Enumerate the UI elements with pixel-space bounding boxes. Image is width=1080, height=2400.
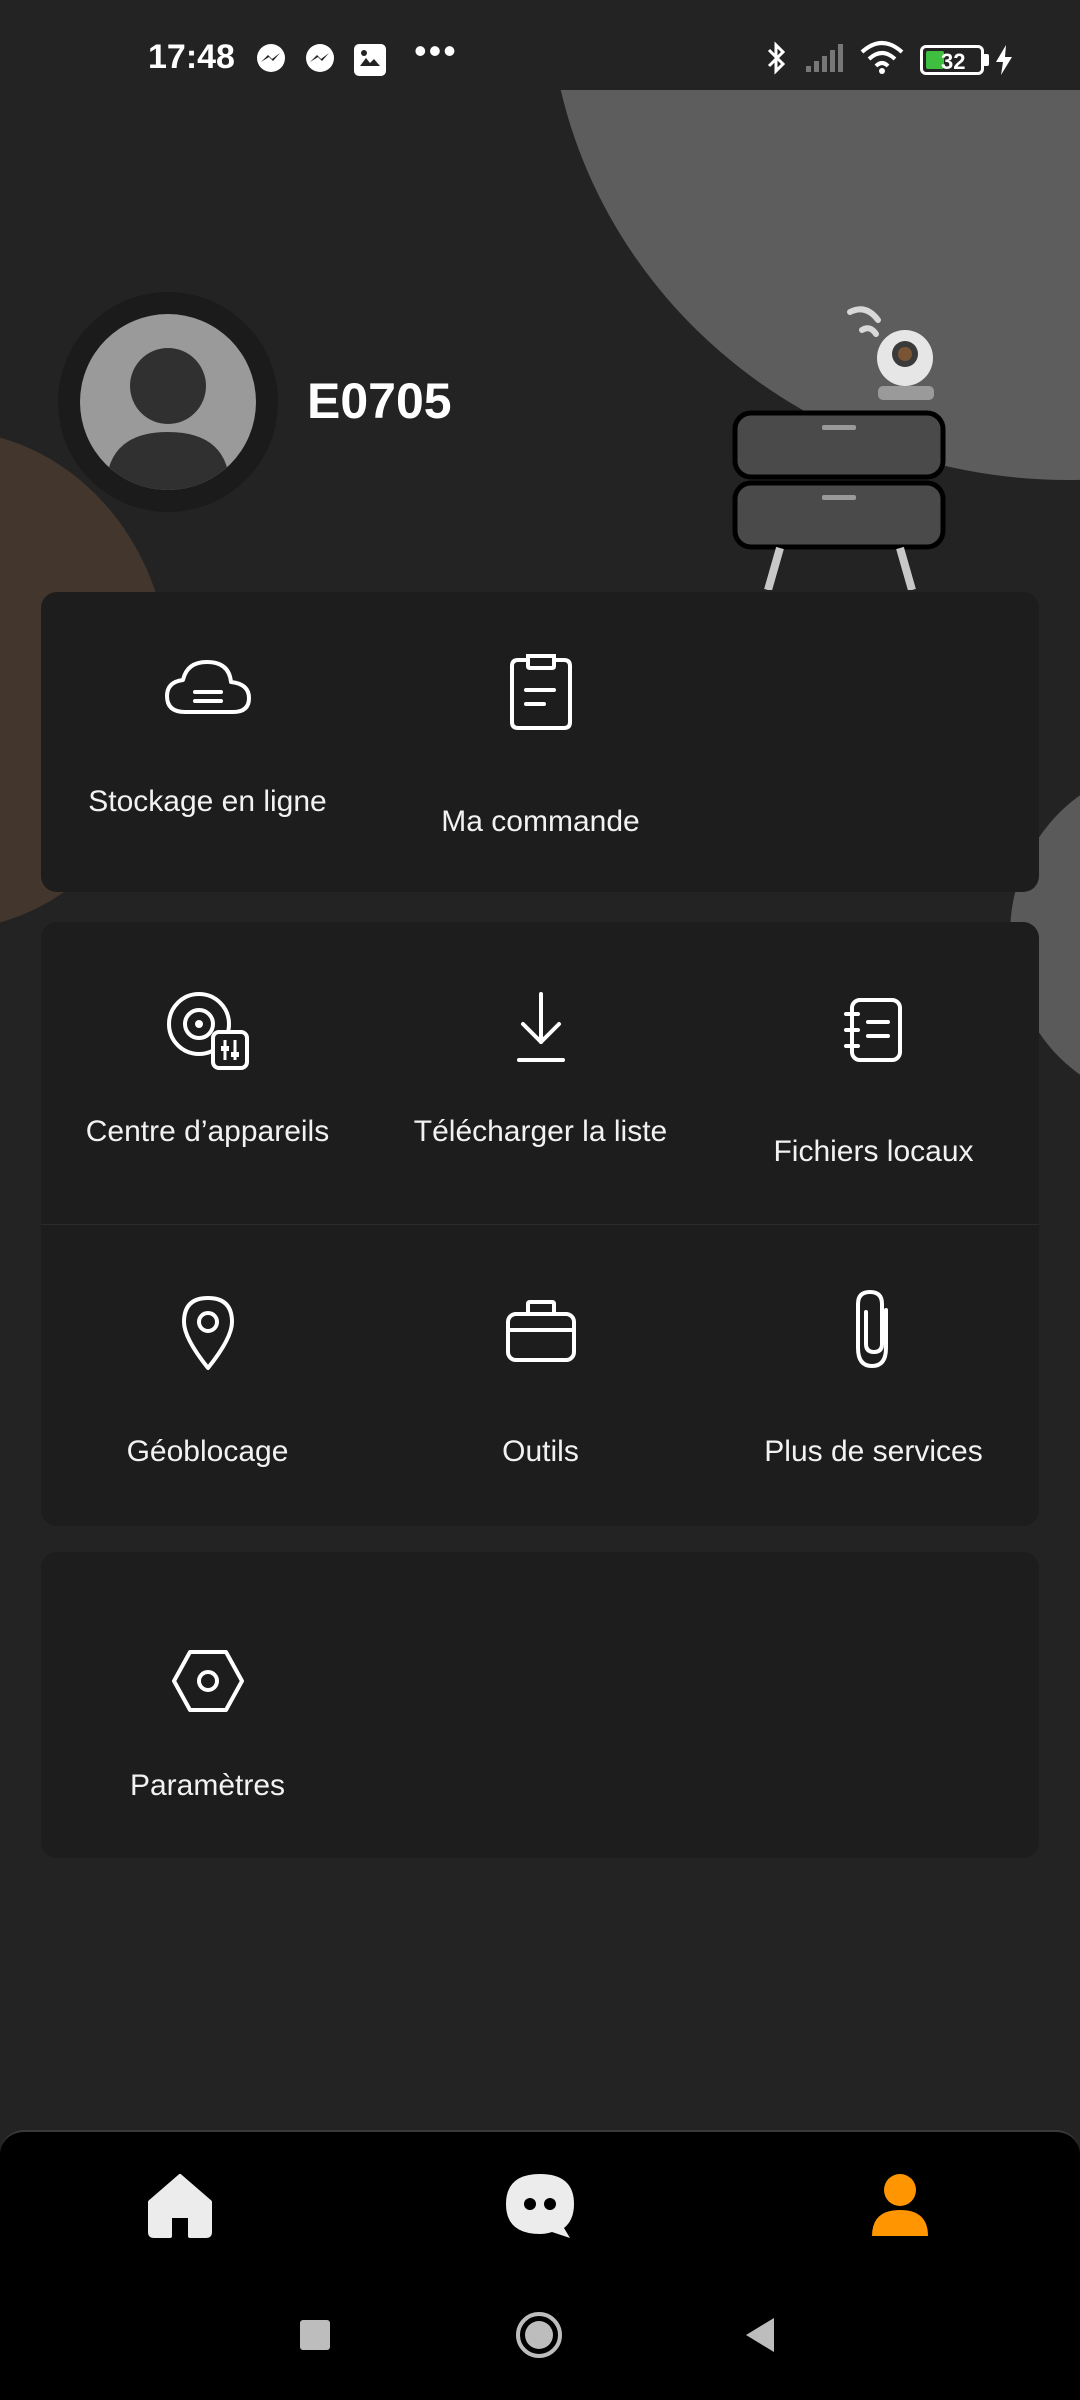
- signal-icon: [806, 44, 843, 72]
- devices-card: Centre d’appareils Télécharger la liste …: [41, 922, 1039, 1526]
- overflow-dots: •••: [414, 30, 458, 71]
- tile-download-list[interactable]: Télécharger la liste: [374, 922, 707, 1224]
- tile-label: Plus de services: [764, 1435, 983, 1468]
- tile-label: Ma commande: [441, 805, 640, 838]
- tile-label: Fichiers locaux: [773, 1135, 974, 1168]
- download-icon: [516, 992, 565, 1062]
- tile-geoblocking[interactable]: Géoblocage: [41, 1224, 374, 1526]
- tile-label: Outils: [502, 1435, 579, 1468]
- username[interactable]: E0705: [307, 372, 452, 430]
- charging-icon: [996, 45, 1012, 75]
- tile-more-services[interactable]: Plus de services: [707, 1224, 1040, 1526]
- tile-tools[interactable]: Outils: [374, 1224, 707, 1526]
- briefcase-icon: [505, 1300, 576, 1362]
- messenger-icon: [306, 44, 334, 72]
- clipboard-icon: [509, 654, 572, 730]
- chat-icon[interactable]: [500, 2170, 580, 2240]
- home-icon[interactable]: [140, 2170, 220, 2240]
- hexagon-settings-icon: [171, 1650, 244, 1712]
- tile-local-files[interactable]: Fichiers locaux: [707, 922, 1040, 1224]
- services-card: Stockage en ligne Ma commande: [41, 592, 1039, 892]
- wifi-icon: [860, 41, 904, 74]
- tile-label: Paramètres: [129, 1769, 286, 1802]
- location-pin-icon: [181, 1296, 234, 1370]
- tile-settings[interactable]: Paramètres: [41, 1552, 374, 1858]
- messenger-icon: [257, 44, 285, 72]
- screen: 17:48 ••• 32 E0705 Stockage en ligne Ma …: [0, 0, 1080, 2400]
- cloud-storage-icon: [164, 660, 251, 714]
- camera-device-illustration: [732, 306, 946, 590]
- tile-label: Télécharger la liste: [413, 1115, 668, 1148]
- battery-indicator: 32: [920, 45, 984, 75]
- profile-icon[interactable]: [860, 2170, 940, 2240]
- battery-nub: [984, 54, 989, 66]
- bottom-nav: [0, 2130, 1080, 2270]
- image-icon: [354, 44, 386, 76]
- default-avatar-icon: [106, 348, 230, 490]
- tile-label: Centre d’appareils: [85, 1115, 330, 1148]
- device-center-icon: [166, 992, 249, 1070]
- avatar[interactable]: [80, 314, 256, 490]
- system-nav-bar: [0, 2270, 1080, 2400]
- tile-label: Stockage en ligne: [88, 785, 327, 818]
- paperclip-icon: [855, 1289, 888, 1369]
- tile-label: Géoblocage: [126, 1435, 289, 1468]
- home-button[interactable]: [514, 2310, 564, 2360]
- tile-online-storage[interactable]: Stockage en ligne: [41, 592, 374, 892]
- back-button[interactable]: [742, 2316, 778, 2354]
- battery-level: 32: [941, 49, 966, 74]
- bluetooth-icon: [767, 41, 786, 75]
- status-time: 17:48: [148, 38, 235, 76]
- status-bar: 17:48 ••• 32: [0, 0, 1080, 90]
- tile-device-center[interactable]: Centre d’appareils: [41, 922, 374, 1224]
- settings-card: Paramètres: [41, 1552, 1039, 1858]
- recents-button[interactable]: [298, 2318, 332, 2352]
- notebook-icon: [843, 998, 902, 1062]
- tile-my-order[interactable]: Ma commande: [374, 592, 707, 892]
